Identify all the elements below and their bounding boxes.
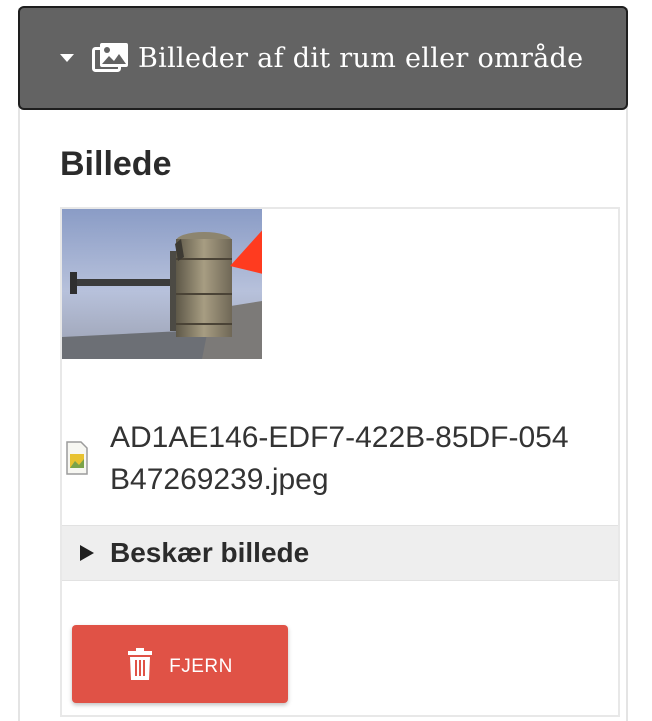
remove-label: FJERN <box>169 656 233 677</box>
file-link[interactable]: AD1AE146-EDF7-422B-85DF-054B47269239.jpe… <box>110 417 580 501</box>
crop-label: Beskær billede <box>110 537 310 568</box>
trash-icon <box>128 648 153 680</box>
caret-down-icon[interactable] <box>60 54 74 62</box>
crop-toggle[interactable]: Beskær billede <box>62 525 618 581</box>
image-file-icon <box>66 441 88 475</box>
image-widget: AD1AE146-EDF7-422B-85DF-054B47269239.jpe… <box>60 207 620 717</box>
images-icon <box>92 43 128 72</box>
file-info: AD1AE146-EDF7-422B-85DF-054B47269239.jpe… <box>62 417 618 507</box>
remove-button[interactable]: FJERN <box>72 625 288 703</box>
field-label: Billede <box>60 145 172 183</box>
section-title: Billeder af dit rum eller område <box>138 42 584 74</box>
triangle-right-icon <box>80 545 94 561</box>
section-header-images[interactable]: Billeder af dit rum eller område <box>18 6 628 110</box>
image-thumbnail[interactable] <box>62 209 262 359</box>
